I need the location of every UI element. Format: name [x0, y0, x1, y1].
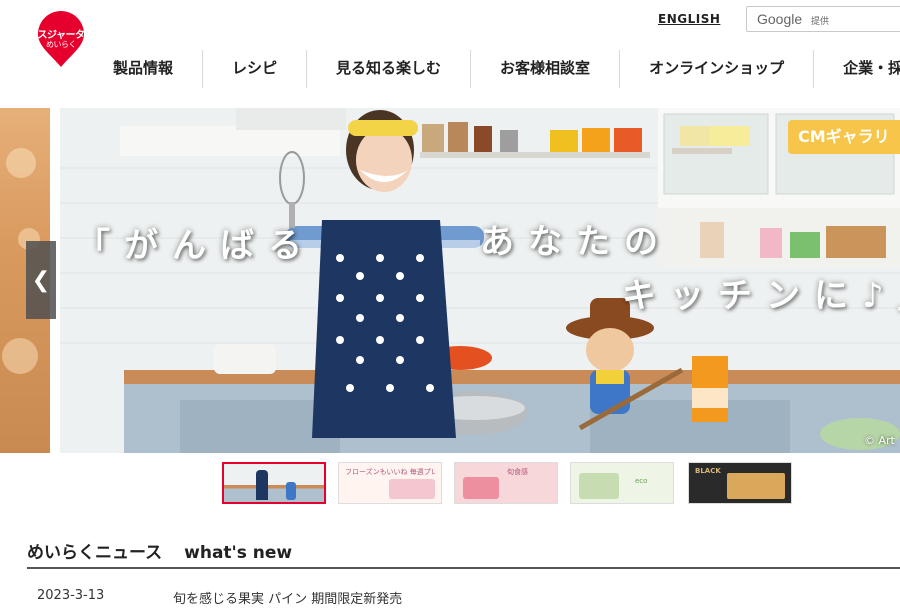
hero-slide-cm[interactable]: CMギャラリ 「がんばる あなたの キッチンに♪」 © Art	[60, 108, 900, 453]
thumbnail-eco-products	[579, 473, 619, 499]
hero-copyright: © Art	[864, 434, 895, 447]
hero-catch-line-2: あなたの	[480, 222, 672, 262]
slider-thumbnails: フローズンもいいね 毎週プレゼント 旬食感 eco BLACK	[222, 462, 802, 508]
english-link[interactable]: ENGLISH	[658, 12, 720, 26]
cm-gallery-badge[interactable]: CMギャラリ	[788, 120, 900, 154]
news-item-date: 2023-3-13	[37, 588, 105, 603]
thumbnail-black-packages	[727, 473, 785, 499]
thumbnail-eco-caption: eco	[635, 477, 648, 485]
google-wordmark: Google	[757, 11, 803, 27]
nav-item-customer-support[interactable]: お客様相談室	[470, 50, 619, 88]
news-heading-subtitle: what's new	[184, 543, 293, 563]
nav-item-recipes[interactable]: レシピ	[202, 50, 306, 88]
google-provided-label: 提供	[811, 17, 830, 27]
news-item-title[interactable]: 旬を感じる果実 パイン 期間限定新発売	[173, 588, 402, 607]
brand-logo[interactable]: スジャータ めいらく	[36, 10, 86, 68]
thumbnail-seasonal-caption: 旬食感	[507, 468, 528, 476]
thumbnail-mascot-figure	[286, 482, 296, 500]
thumbnail-woman-figure	[256, 470, 268, 500]
news-heading: めいらくニュース what's new	[27, 538, 292, 563]
slider-prev-button[interactable]: ❮	[26, 241, 56, 319]
hero-catch-line-3: キッチンに♪」	[622, 276, 900, 316]
thumbnail-eco[interactable]: eco	[570, 462, 674, 504]
thumbnail-campaign[interactable]: フローズンもいいね 毎週プレゼント	[338, 462, 442, 504]
news-item[interactable]: 2023-3-13 旬を感じる果実 パイン 期間限定新発売	[27, 588, 900, 608]
thumbnail-cm-kitchen[interactable]	[222, 462, 326, 504]
thumbnail-seasonal[interactable]: 旬食感	[454, 462, 558, 504]
chevron-left-icon: ❮	[31, 267, 51, 293]
thumbnail-seasonal-cups	[463, 477, 499, 499]
site-search-input[interactable]: Google 提供	[746, 6, 900, 32]
thumbnail-campaign-panel	[389, 479, 435, 499]
nav-item-products[interactable]: 製品情報	[84, 50, 202, 88]
nav-item-corporate[interactable]: 企業・採	[813, 50, 900, 88]
nav-item-online-shop[interactable]: オンラインショップ	[619, 50, 813, 88]
nav-item-enjoy[interactable]: 見る知る楽しむ	[306, 50, 470, 88]
news-divider	[27, 567, 900, 569]
news-heading-title: めいらくニュース	[27, 543, 163, 563]
hero-catch-line-1: 「がんばる	[76, 226, 316, 266]
thumbnail-black[interactable]: BLACK	[688, 462, 792, 504]
logo-text-meiraku: めいらく	[46, 40, 77, 49]
thumbnail-campaign-caption: フローズンもいいね 毎週プレゼント	[345, 468, 435, 476]
global-nav: 製品情報 レシピ 見る知る楽しむ お客様相談室 オンラインショップ 企業・採	[84, 50, 900, 88]
